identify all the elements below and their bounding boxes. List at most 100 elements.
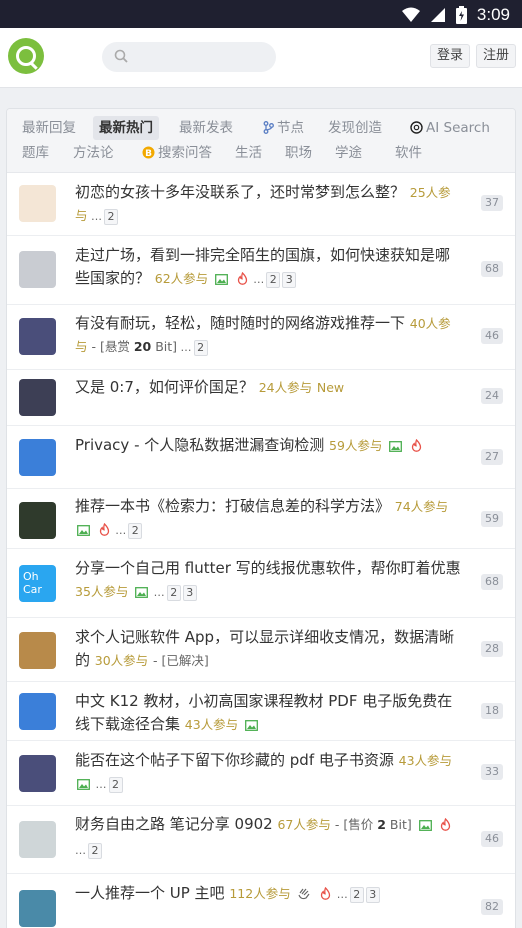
page-link[interactable]: 2 [266,272,281,288]
image-icon [418,815,432,838]
topic-row[interactable]: 能否在这个帖子下留下你珍藏的 pdf 电子书资源 43人参与 … 2 33 [7,741,515,806]
topic-title[interactable]: 求个人记账软件 App，可以显示详细收支情况，数据清晰的 30人参与 - [已解… [75,626,461,672]
tab-label: 题库 [22,145,49,161]
topic-row[interactable]: 走过广场，看到一排完全陌生的国旗，如何快速获知是哪些国家的？ 62人参与 … 2 3… [7,236,515,305]
tab-label: 最新回复 [22,120,76,136]
topic-row[interactable]: Oh Car 分享一个自己用 flutter 写的线报优惠软件，帮你盯着优惠 35… [7,549,515,618]
tab-11[interactable]: 学途 [329,141,368,165]
topic-row[interactable]: 中文 K12 教材，小初高国家课程教材 PDF 电子版免费在线下载途径合集 43… [7,682,515,741]
avatar[interactable] [19,251,56,288]
pages-ellipsis: … [150,586,165,599]
tab-label: 最新发表 [179,120,233,136]
avatar[interactable] [19,185,56,222]
avatar[interactable]: Oh Car [19,565,56,602]
topic-title[interactable]: Privacy - 个人隐私数据泄漏查询检测 59人参与 [75,434,461,459]
search-box[interactable] [102,42,276,72]
topic-row[interactable]: 一人推荐一个 UP 主吧 112人参与 … 2 3 82 [7,874,515,928]
register-button[interactable]: 注册 [476,44,517,68]
clap-icon [297,884,311,907]
reply-count: 68 [481,261,503,277]
topic-title[interactable]: 分享一个自己用 flutter 写的线报优惠软件，帮你盯着优惠 35人参与 … 2… [75,557,461,605]
signal-icon [430,8,445,22]
login-button[interactable]: 登录 [430,44,471,68]
tab-4[interactable]: 发现创造 [322,116,388,140]
tab-9[interactable]: 生活 [229,141,268,165]
avatar[interactable] [19,439,56,476]
topic-row[interactable]: Privacy - 个人隐私数据泄漏查询检测 59人参与 27 [7,426,515,489]
avatar[interactable] [19,502,56,539]
avatar[interactable] [19,318,56,355]
tab-5[interactable]: AI Search [404,116,496,140]
tab-2[interactable]: 最新发表 [173,116,239,140]
tab-8[interactable]: B 搜索问答 [136,141,218,165]
reply-count: 24 [481,388,503,404]
bounty-suffix: Bit] [151,339,178,354]
page-link[interactable]: 2 [349,887,364,903]
page-link[interactable]: 3 [282,272,297,288]
topic-title[interactable]: 财务自由之路 笔记分享 0902 67人参与 - [售价 2 Bit] … 2 [75,813,461,862]
avatar[interactable] [19,632,56,669]
tab-label: 搜索问答 [158,145,212,161]
topic-row[interactable]: 财务自由之路 笔记分享 0902 67人参与 - [售价 2 Bit] … 2 46 [7,806,515,874]
page-link[interactable]: 2 [104,209,119,225]
topic-row[interactable]: 求个人记账软件 App，可以显示详细收支情况，数据清晰的 30人参与 - [已解… [7,618,515,682]
topic-title[interactable]: 初恋的女孩十多年没联系了，还时常梦到怎么整？ 25人参与 … 2 [75,181,461,228]
search-input[interactable] [136,42,270,72]
avatar[interactable] [19,379,56,416]
participants-count: 74人参与 [394,499,449,514]
topic-title[interactable]: 一人推荐一个 UP 主吧 112人参与 … 2 3 [75,882,461,907]
tab-6[interactable]: 题库 [16,141,55,165]
openai-icon [410,118,423,142]
topic-title[interactable]: 能否在这个帖子下留下你珍藏的 pdf 电子书资源 43人参与 … 2 [75,749,461,797]
tab-12[interactable]: 软件 [389,141,428,165]
reply-count: 28 [481,641,503,657]
tab-label: 职场 [285,145,312,161]
avatar[interactable] [19,755,56,792]
pages-ellipsis: … [333,888,348,901]
fire-icon [440,815,451,838]
topic-row[interactable]: 有没有耐玩，轻松，随时随时的网络游戏推荐一下 40人参与 - [悬赏 20 Bi… [7,305,515,370]
solved-tag: - [已解决] [152,653,209,668]
image-icon [389,436,403,459]
topic-title-text: 推荐一本书《检索力：打破信息差的科学方法》 [75,497,395,515]
clock: 3:09 [476,5,510,24]
topic-title[interactable]: 中文 K12 教材，小初高国家课程教材 PDF 电子版免费在线下载途径合集 43… [75,690,461,738]
topic-title[interactable]: 走过广场，看到一排完全陌生的国旗，如何快速获知是哪些国家的？ 62人参与 … 2 3 [75,244,461,292]
page-link[interactable]: 3 [365,887,380,903]
topic-title[interactable]: 推荐一本书《检索力：打破信息差的科学方法》 74人参与 … 2 [75,495,461,543]
fire-icon [320,884,331,907]
topic-row[interactable]: 推荐一本书《检索力：打破信息差的科学方法》 74人参与 … 2 59 [7,489,515,549]
battery-icon [455,6,467,24]
bounty-suffix: Bit] [385,817,412,832]
page-link[interactable]: 2 [128,523,143,539]
new-badge: New [316,380,345,395]
topic-title[interactable]: 有没有耐玩，轻松，随时随时的网络游戏推荐一下 40人参与 - [悬赏 20 Bi… [75,312,461,359]
topic-row[interactable]: 初恋的女孩十多年没联系了，还时常梦到怎么整？ 25人参与 … 2 37 [7,173,515,236]
topic-row[interactable]: 又是 0:7，如何评价国足？ 24人参与 New 24 [7,370,515,426]
tab-3[interactable]: 节点 [257,116,310,140]
tab-7[interactable]: 方法论 [67,141,120,165]
page-link[interactable]: 2 [166,585,181,601]
image-icon [245,715,258,738]
image-icon [215,269,228,292]
tab-10[interactable]: 职场 [279,141,318,165]
topic-title[interactable]: 又是 0:7，如何评价国足？ 24人参与 New [75,376,461,399]
fire-icon [237,269,248,292]
avatar[interactable] [19,821,56,858]
reply-count: 33 [481,764,503,780]
reply-count: 46 [481,328,503,344]
avatar[interactable] [19,693,56,730]
topic-title-text: 一人推荐一个 UP 主吧 [75,884,230,902]
tab-1[interactable]: 最新热门 [93,116,159,140]
page-link[interactable]: 3 [182,585,197,601]
page-link[interactable]: 2 [108,777,123,793]
tab-0[interactable]: 最新回复 [16,116,82,140]
bounty-prefix: [售价 [343,817,378,832]
topic-title-text: 分享一个自己用 flutter 写的线报优惠软件，帮你盯着优惠 [75,559,461,577]
page-link[interactable]: 2 [88,843,102,859]
avatar[interactable] [19,890,56,927]
pages-ellipsis: … [177,341,192,354]
wifi-icon [401,7,420,22]
page-link[interactable]: 2 [193,340,208,356]
app-logo[interactable] [8,38,44,74]
